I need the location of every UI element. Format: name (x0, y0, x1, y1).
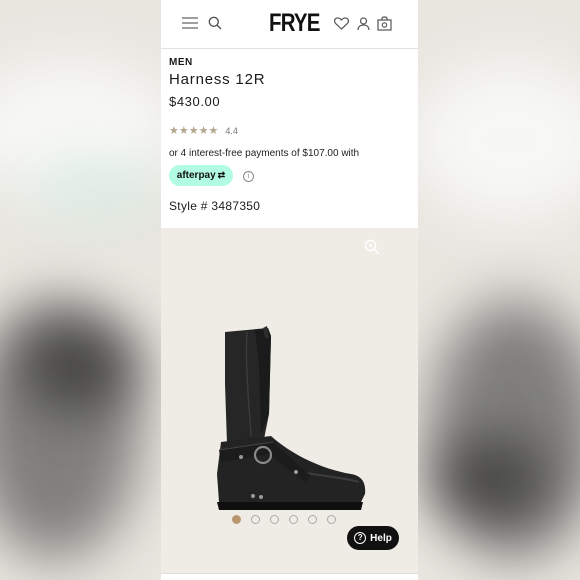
menu-icon[interactable] (180, 13, 200, 33)
product-info: MEN Harness 12R $430.00 ★★★★★ 4.4 or 4 i… (169, 57, 409, 213)
brand-logo[interactable]: FRYE (269, 9, 320, 38)
mobile-page: FRYE MEN Harness 12R $430.00 ★★★★★ 4.4 o… (161, 0, 418, 580)
zoom-icon[interactable] (364, 239, 380, 260)
question-icon: ? (354, 532, 367, 544)
gallery-dot[interactable] (289, 515, 298, 524)
gallery-dot[interactable] (327, 515, 336, 524)
afterpay-badge[interactable]: afterpay ⇄ (169, 165, 233, 186)
installment-text: or 4 interest-free payments of $107.00 w… (169, 148, 360, 159)
gallery-pagination (232, 515, 336, 524)
help-button[interactable]: ? Help (347, 526, 399, 550)
product-name: Harness 12R (169, 71, 266, 88)
help-label: Help (370, 532, 392, 544)
afterpay-label: afterpay (176, 170, 216, 181)
rating-value: 4.4 (225, 125, 238, 136)
gallery-dot[interactable] (251, 515, 260, 524)
heart-icon[interactable] (331, 13, 351, 33)
style-number: Style # 3487350 (169, 199, 261, 213)
product-rating[interactable]: ★★★★★ 4.4 (169, 124, 238, 137)
bag-icon[interactable] (374, 13, 394, 33)
gallery-dot[interactable] (232, 515, 241, 524)
gallery-dot[interactable] (308, 515, 317, 524)
product-price: $430.00 (169, 94, 221, 109)
product-gallery[interactable]: ? Help (161, 228, 418, 573)
divider (161, 573, 418, 574)
product-category[interactable]: MEN (169, 57, 409, 68)
site-header: FRYE (161, 0, 418, 49)
search-icon[interactable] (205, 13, 225, 33)
afterpay-arrows-icon: ⇄ (217, 170, 226, 180)
account-icon[interactable] (353, 13, 373, 33)
info-icon[interactable]: i (243, 171, 254, 182)
rating-stars-icon: ★★★★★ (169, 125, 219, 137)
product-image-boot (211, 324, 371, 519)
gallery-dot[interactable] (270, 515, 279, 524)
